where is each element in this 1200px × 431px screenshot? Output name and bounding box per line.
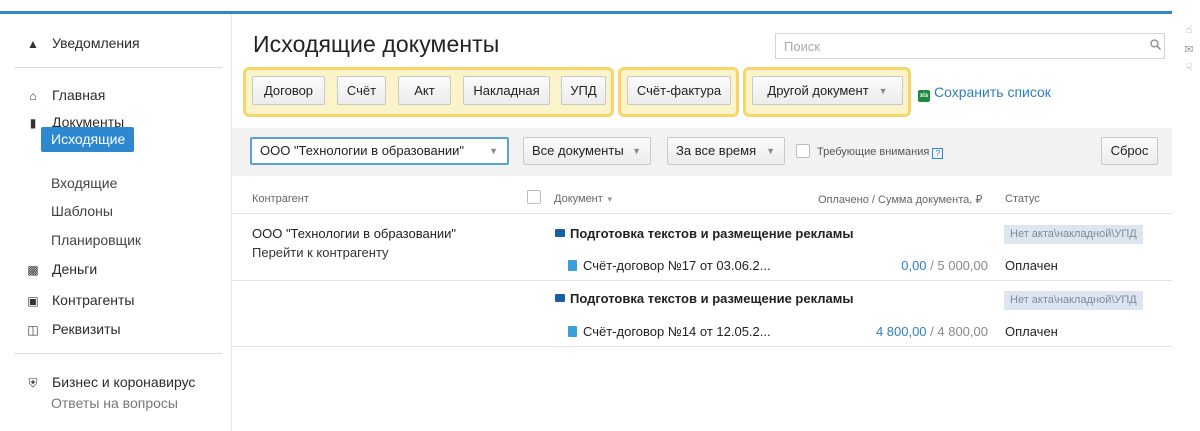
period-value: За все время: [676, 143, 757, 158]
sidebar-item-home[interactable]: ⌂ Главная: [26, 84, 105, 106]
amount-cell: 4 800,00 / 4 800,00: [872, 324, 988, 339]
briefcase-icon: ▣: [27, 294, 39, 308]
sub-document-text: Счёт-договор №14 от 12.05.2...: [583, 324, 771, 339]
sidebar-item-money[interactable]: ▩ Деньги: [26, 258, 97, 280]
document-title-text: Подготовка текстов и размещение рекламы: [570, 226, 854, 241]
doc-type-value: Все документы: [532, 143, 624, 158]
folder-icon: [555, 294, 565, 302]
create-invoice-button[interactable]: Счёт: [337, 76, 386, 105]
create-act-button[interactable]: Акт: [398, 76, 451, 105]
attention-checkbox[interactable]: [796, 144, 810, 158]
thumbs-down-icon[interactable]: ☟: [1183, 62, 1195, 74]
mail-icon[interactable]: ✉: [1183, 44, 1195, 56]
sidebar-item-label: Реквизиты: [52, 321, 121, 337]
sidebar-item-outgoing[interactable]: Исходящие: [41, 127, 134, 152]
other-document-label: Другой документ: [767, 83, 869, 98]
sidebar-item-label: Деньги: [52, 261, 98, 277]
sub-document-link[interactable]: Счёт-договор №14 от 12.05.2...: [568, 324, 771, 339]
contractor-name[interactable]: ООО "Технологии в образовании": [252, 226, 456, 241]
sidebar-item-planner[interactable]: Планировщик: [51, 229, 141, 251]
create-contract-button[interactable]: Договор: [252, 76, 325, 105]
row-divider: [232, 213, 1172, 214]
sidebar-item-templates[interactable]: Шаблоны: [51, 200, 113, 222]
id-card-icon: ◫: [27, 323, 39, 337]
caret-down-icon: ▼: [766, 146, 775, 156]
create-upd-button[interactable]: УПД: [561, 76, 606, 105]
home-icon: ⌂: [29, 89, 37, 103]
document-title[interactable]: Подготовка текстов и размещение рекламы: [555, 291, 853, 306]
search-input[interactable]: [775, 33, 1165, 59]
amount-cell: 0,00 / 5 000,00: [897, 258, 988, 273]
column-header-paid[interactable]: Оплачено / Сумма документа, ₽: [818, 193, 982, 206]
row-divider: [232, 280, 1172, 281]
select-all-checkbox[interactable]: [527, 190, 541, 204]
sidebar-item-label: Бизнес и коронавирус: [52, 374, 196, 390]
sidebar: [0, 14, 232, 431]
status-badge: Нет акта\накладной\УПД: [1004, 291, 1143, 310]
doc-type-select[interactable]: Все документы ▼: [523, 137, 651, 165]
shield-icon: ⛨: [28, 376, 38, 390]
search-icon[interactable]: [1149, 38, 1163, 52]
sidebar-item-notifications[interactable]: ▲ Уведомления: [26, 32, 140, 54]
reset-button[interactable]: Сброс: [1101, 137, 1158, 165]
payment-status: Оплачен: [1005, 258, 1058, 273]
file-icon: [568, 260, 577, 271]
create-invoice-factura-button[interactable]: Счёт-фактура: [627, 76, 731, 105]
file-icon: [568, 326, 577, 337]
row-divider: [232, 346, 1172, 347]
company-select-value: ООО "Технологии в образовании": [260, 143, 465, 158]
top-accent-bar: [0, 0, 1172, 14]
bell-icon: ▲: [27, 37, 39, 51]
help-icon[interactable]: ?: [932, 148, 944, 159]
document-title[interactable]: Подготовка текстов и размещение рекламы: [555, 226, 853, 241]
money-icon: ▩: [27, 263, 39, 277]
total-amount: / 4 800,00: [926, 324, 988, 339]
folder-icon: [555, 229, 565, 237]
column-header-label: Документ: [554, 193, 603, 205]
sidebar-item-contractors[interactable]: ▣ Контрагенты: [26, 289, 134, 311]
sidebar-divider: [14, 353, 222, 354]
attention-label: Требующие внимания: [817, 146, 930, 158]
sidebar-item-incoming[interactable]: Входящие: [51, 172, 117, 194]
caret-down-icon: ▼: [605, 195, 614, 204]
column-header-status[interactable]: Статус: [1005, 193, 1040, 205]
paid-amount[interactable]: 4 800,00: [876, 324, 927, 339]
sub-document-text: Счёт-договор №17 от 03.06.2...: [583, 258, 771, 273]
column-header-document[interactable]: Документ ▼: [554, 193, 614, 205]
page-title: Исходящие документы: [253, 31, 500, 57]
document-title-text: Подготовка текстов и размещение рекламы: [570, 291, 854, 306]
excel-icon: xls: [918, 90, 930, 102]
caret-down-icon: ▼: [489, 146, 498, 156]
paid-amount[interactable]: 0,00: [901, 258, 926, 273]
attention-filter: Требующие внимания?: [817, 146, 944, 159]
company-select[interactable]: ООО "Технологии в образовании" ▼: [250, 137, 509, 165]
other-document-dropdown[interactable]: Другой документ ▼: [752, 76, 903, 105]
caret-down-icon: ▼: [878, 86, 888, 96]
period-select[interactable]: За все время ▼: [667, 137, 785, 165]
thumbs-up-icon[interactable]: ☝: [1183, 24, 1195, 36]
create-waybill-button[interactable]: Накладная: [463, 76, 550, 105]
column-header-contractor[interactable]: Контрагент: [252, 193, 309, 205]
total-amount: / 5 000,00: [926, 258, 988, 273]
sidebar-item-label: Уведомления: [52, 35, 140, 51]
status-badge: Нет акта\накладной\УПД: [1004, 225, 1143, 244]
sidebar-item-label: Контрагенты: [52, 292, 135, 308]
sidebar-item-label: Главная: [52, 87, 106, 103]
go-to-contractor-link[interactable]: Перейти к контрагенту: [252, 245, 389, 260]
save-list-label: Сохранить список: [934, 84, 1051, 100]
save-list-link[interactable]: xls Сохранить список: [918, 84, 1051, 102]
sidebar-divider: [14, 67, 222, 68]
sub-document-link[interactable]: Счёт-договор №17 от 03.06.2...: [568, 258, 771, 273]
caret-down-icon: ▼: [632, 146, 641, 156]
sidebar-item-faq[interactable]: Ответы на вопросы: [51, 395, 178, 411]
payment-status: Оплачен: [1005, 324, 1058, 339]
document-icon: ▮: [29, 116, 37, 130]
sidebar-item-business-covid[interactable]: ⛨ Бизнес и коронавирус: [26, 371, 195, 393]
sidebar-item-requisites[interactable]: ◫ Реквизиты: [26, 318, 121, 340]
